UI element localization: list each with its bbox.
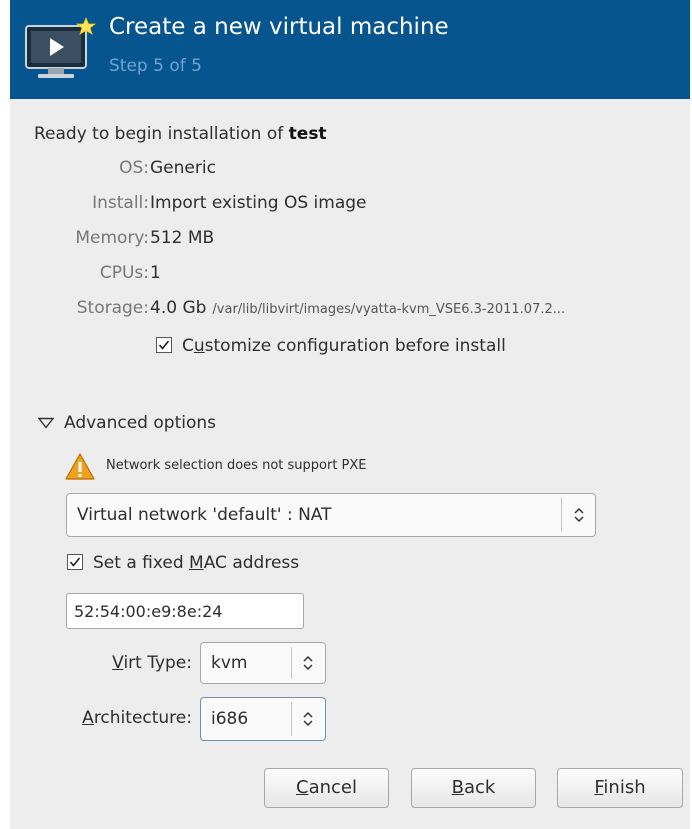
checkmark-icon (158, 340, 170, 350)
finish-button[interactable]: Finish (557, 768, 683, 808)
combo-separator (561, 498, 562, 532)
detail-cpus: CPUs: 1 (10, 263, 690, 287)
detail-memory: Memory: 512 MB (10, 228, 690, 252)
mac-address-value: 52:54:00:e9:8e:24 (74, 602, 223, 621)
warning-icon (65, 453, 95, 480)
detail-storage: Storage: 4.0 Gb/var/lib/libvirt/images/v… (10, 298, 690, 322)
customize-checkbox-row[interactable]: Customize configuration before install (156, 336, 506, 356)
fixed-mac-checkbox-row[interactable]: Set a fixed MAC address (67, 553, 299, 573)
ready-prefix: Ready to begin installation of (34, 124, 289, 144)
ready-text: Ready to begin installation of test (34, 124, 327, 144)
updown-arrows-icon (303, 655, 313, 671)
cancel-button[interactable]: Cancel (264, 768, 389, 808)
checkmark-icon (69, 557, 81, 567)
combo-separator (291, 647, 292, 679)
detail-value: Generic (150, 158, 216, 178)
back-button[interactable]: Back (411, 768, 536, 808)
architecture-value: i686 (211, 709, 249, 729)
warning-text: Network selection does not support PXE (106, 458, 367, 473)
architecture-label: Architecture: (82, 708, 192, 728)
detail-label: Memory: (75, 228, 149, 248)
storage-path: /var/lib/libvirt/images/vyatta-kvm_VSE6.… (212, 302, 566, 317)
detail-value: 4.0 Gb/var/lib/libvirt/images/vyatta-kvm… (150, 298, 565, 318)
network-select-value: Virtual network 'default' : NAT (77, 505, 332, 525)
wizard-title: Create a new virtual machine (109, 14, 449, 40)
virtual-machine-monitor-icon (25, 16, 97, 78)
advanced-options-expander[interactable]: Advanced options (38, 413, 216, 433)
wizard-window: Create a new virtual machine Step 5 of 5… (10, 0, 690, 829)
updown-arrows-icon (303, 711, 313, 727)
wizard-header: Create a new virtual machine Step 5 of 5 (10, 0, 690, 99)
detail-label: CPUs: (99, 263, 149, 283)
wizard-step: Step 5 of 5 (109, 56, 202, 76)
customize-label: Customize configuration before install (182, 336, 506, 356)
architecture-select[interactable]: i686 (200, 697, 326, 741)
network-select[interactable]: Virtual network 'default' : NAT (66, 493, 596, 537)
detail-label: OS: (119, 158, 149, 178)
advanced-options-label: Advanced options (64, 413, 216, 433)
storage-size: 4.0 Gb (150, 298, 207, 318)
virt-type-value: kvm (211, 653, 248, 673)
detail-value: Import existing OS image (150, 193, 367, 213)
pxe-warning: Network selection does not support PXE (64, 452, 664, 482)
mac-address-input[interactable]: 52:54:00:e9:8e:24 (66, 593, 304, 629)
virt-type-select[interactable]: kvm (200, 642, 326, 684)
detail-label: Install: (92, 193, 149, 213)
detail-value: 1 (150, 263, 161, 283)
detail-install: Install: Import existing OS image (10, 193, 690, 217)
expander-down-icon (38, 417, 54, 429)
fixed-mac-checkbox[interactable] (67, 553, 83, 570)
detail-label: Storage: (76, 298, 149, 318)
combo-separator (291, 702, 292, 736)
updown-arrows-icon (574, 507, 584, 523)
customize-checkbox[interactable] (156, 336, 172, 353)
detail-os: OS: Generic (10, 158, 690, 182)
virt-type-label: Virt Type: (112, 653, 192, 673)
fixed-mac-label: Set a fixed MAC address (93, 553, 300, 573)
vm-name: test (288, 124, 327, 144)
detail-value: 512 MB (150, 228, 215, 248)
